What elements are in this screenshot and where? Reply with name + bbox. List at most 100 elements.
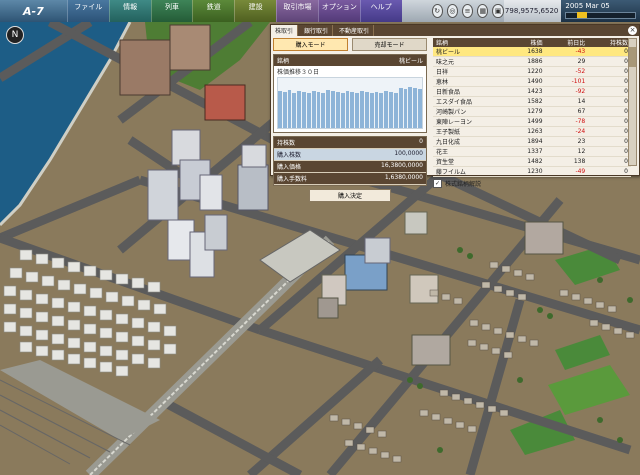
menu-file[interactable]: ファイル — [66, 0, 109, 22]
tab-bank[interactable]: 銀行取引 — [300, 25, 334, 36]
menu-railway[interactable]: 鉄道 — [192, 0, 235, 22]
price-bar — [413, 88, 418, 128]
tab-real-estate[interactable]: 不動産取引 — [335, 25, 375, 36]
stock-held: 0 — [588, 47, 631, 57]
price-bar — [297, 90, 302, 128]
stock-list-scrollbar[interactable] — [628, 38, 637, 166]
sell-mode-button[interactable]: 売却モード — [352, 38, 427, 51]
layers-icon[interactable]: ≡ — [462, 4, 474, 18]
chart-header-label: 銘柄 — [277, 58, 290, 65]
chart-stock-name: 桃ビール — [398, 58, 423, 65]
stock-name: 桃ビール — [433, 47, 508, 57]
price-bar — [326, 90, 331, 128]
confirm-purchase-button[interactable]: 購入決定 — [309, 189, 391, 202]
time-speed-slider[interactable] — [565, 12, 636, 19]
stock-row[interactable]: 九日化成 1894 23 0 — [433, 136, 631, 147]
stock-name: 河崎製パン — [433, 106, 508, 117]
price-bar — [384, 91, 389, 128]
price-bar — [408, 87, 413, 128]
menu-build[interactable]: 建設 — [234, 0, 277, 22]
info-value: 0 — [419, 138, 423, 145]
col-change[interactable]: 前日比 — [545, 38, 589, 47]
stock-row[interactable]: 河崎製パン 1279 67 0 — [433, 106, 631, 117]
price-bar — [302, 91, 306, 128]
game-logo[interactable]: A-7 — [0, 0, 67, 22]
col-price[interactable]: 株価 — [507, 38, 546, 47]
trade-detail-pane: 購入モード 売却モード 銘柄 桃ビール 株価推移３０日 持株数 0 購入株数 100,… — [271, 36, 429, 202]
menu-help[interactable]: ヘルプ — [359, 0, 402, 22]
compass-icon[interactable]: N — [6, 26, 24, 44]
stock-change: 29 — [545, 56, 589, 67]
stock-change: -43 — [545, 47, 589, 57]
funds-display: 798,9575,6520 — [503, 0, 562, 22]
stock-held: 0 — [588, 96, 631, 107]
price-bar — [292, 93, 297, 128]
price-bar — [311, 91, 316, 128]
info-row[interactable]: 購入株数 100,0000 — [274, 149, 426, 161]
stock-row[interactable]: 味之元 1886 29 0 — [433, 56, 631, 67]
price-bar — [418, 88, 422, 128]
stock-held: 0 — [588, 76, 631, 87]
menu-market[interactable]: 取引市場 — [276, 0, 318, 22]
stock-held: 0 — [588, 146, 631, 157]
stock-held: 0 — [588, 86, 631, 97]
stock-change: 23 — [545, 136, 589, 147]
col-name[interactable]: 銘柄 — [433, 38, 508, 47]
stock-row[interactable]: 王子製紙 1263 -24 0 — [433, 126, 631, 137]
date-display: 2005 Mar 05 — [561, 0, 640, 22]
scrollbar-thumb[interactable] — [629, 47, 636, 67]
menu-train[interactable]: 列車 — [150, 0, 193, 22]
stock-row[interactable]: エスダイ食品 1582 14 0 — [433, 96, 631, 107]
price-bar — [287, 90, 292, 128]
close-icon[interactable]: × — [628, 26, 637, 35]
col-held[interactable]: 持株数 — [588, 38, 631, 47]
info-row: 購入価格 16,3800,0000 — [274, 161, 426, 173]
zoom-icon[interactable]: ◎ — [446, 4, 458, 18]
stock-name: 日新食品 — [433, 86, 508, 97]
price-bar — [403, 89, 408, 128]
stock-table: 銘柄 株価 前日比 持株数 桃ビール 1638 -43 0 味之元 1886 29 0 日祥 12… — [433, 38, 631, 177]
rotate-icon[interactable]: ↻ — [431, 4, 443, 18]
stock-change: -101 — [545, 76, 589, 87]
map-icon[interactable]: ▣ — [492, 4, 504, 18]
stock-description-toggle[interactable]: ✓ 株式銘柄解説 — [433, 179, 637, 188]
stock-price: 1263 — [507, 126, 546, 137]
stock-price: 1279 — [507, 106, 546, 117]
stock-list-pane: 銘柄 株価 前日比 持株数 桃ビール 1638 -43 0 味之元 1886 29 0 日祥 12… — [429, 36, 639, 188]
info-label: 購入手数料 — [277, 176, 308, 183]
stock-row[interactable]: 資生堂 1482 138 0 — [433, 156, 631, 167]
date-text: 2005 Mar 05 — [565, 2, 610, 10]
stock-row[interactable]: 花王 1337 12 0 — [433, 146, 631, 157]
stock-row[interactable]: 藤フイルム 1230 -49 0 — [433, 166, 631, 177]
time-slider-knob[interactable] — [576, 12, 587, 18]
stock-name: 王子製紙 — [433, 126, 508, 137]
menu-info[interactable]: 情報 — [108, 0, 151, 22]
buy-mode-button[interactable]: 購入モード — [273, 38, 348, 51]
stock-row[interactable]: 東陣レーヨン 1499 -78 0 — [433, 116, 631, 127]
stock-change: -78 — [545, 116, 589, 127]
price-bar — [282, 92, 287, 128]
stock-name: 東陣レーヨン — [433, 116, 508, 127]
stock-name: 藤フイルム — [433, 166, 508, 177]
chart-subtitle: 株価推移３０日 — [277, 69, 320, 76]
checkbox[interactable]: ✓ — [433, 179, 442, 188]
price-bar — [389, 91, 393, 128]
menu-options[interactable]: オプション — [317, 0, 360, 22]
stock-row[interactable]: 日新食品 1423 -92 0 — [433, 86, 631, 97]
price-bar — [360, 91, 364, 128]
stock-name: 味之元 — [433, 56, 508, 67]
stock-price: 1886 — [507, 56, 546, 67]
building-icon[interactable]: ▦ — [477, 4, 489, 18]
stock-price: 1894 — [507, 136, 546, 147]
price-history-chart — [277, 77, 423, 129]
stock-row[interactable]: 恵林 1490 -101 0 — [433, 76, 631, 87]
stock-name: 九日化成 — [433, 136, 508, 147]
info-label: 購入価格 — [277, 164, 302, 171]
stock-price: 1490 — [507, 76, 546, 87]
stock-price: 1220 — [507, 66, 546, 77]
price-chart-box: 銘柄 桃ビール 株価推移３０日 — [273, 54, 427, 133]
tab-stock[interactable]: 株取引 — [271, 25, 299, 36]
stock-price: 1423 — [507, 86, 546, 97]
stock-row[interactable]: 桃ビール 1638 -43 0 — [433, 47, 631, 57]
stock-row[interactable]: 日祥 1220 -52 0 — [433, 66, 631, 77]
